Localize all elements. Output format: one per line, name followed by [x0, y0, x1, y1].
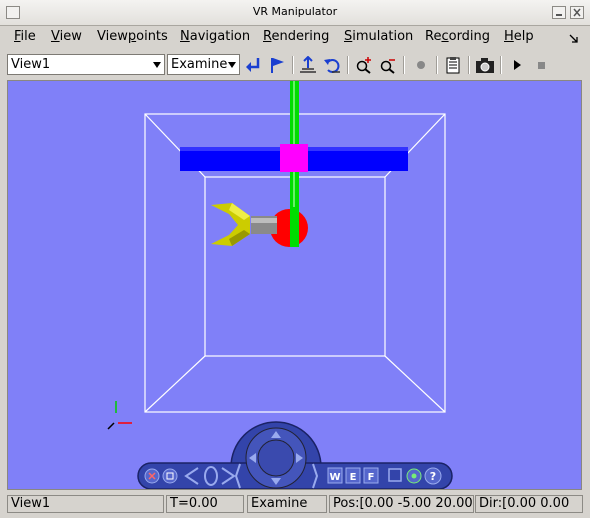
nav-mode-select[interactable]: Examine	[167, 54, 240, 75]
status-viewpoint: View1	[7, 495, 164, 513]
camera-icon	[476, 58, 494, 73]
camera-button[interactable]	[474, 54, 496, 76]
undo-move-icon	[324, 59, 340, 73]
window-menu-button[interactable]	[6, 6, 20, 19]
menu-simulation[interactable]: Simulation	[344, 29, 413, 44]
flag-button[interactable]	[266, 54, 288, 76]
window-title: VR Manipulator	[252, 5, 338, 18]
status-bar: View1 T=0.00 Examine Pos:[0.00 -5.00 20.…	[0, 494, 590, 516]
status-mode: Examine	[247, 495, 327, 513]
status-position: Pos:[0.00 -5.00 20.00]	[329, 495, 474, 513]
nav-w-label: W	[329, 472, 340, 483]
gripper	[211, 203, 250, 246]
wrist-highlight	[251, 218, 277, 223]
menu-recording[interactable]: Recording	[425, 29, 490, 44]
undo-move-button[interactable]	[321, 54, 343, 76]
chevron-down-icon	[153, 62, 161, 68]
play-button[interactable]	[506, 54, 528, 76]
viewpoint-select-value: View1	[11, 57, 51, 72]
minimize-button[interactable]	[552, 6, 566, 19]
go-back-button[interactable]	[243, 54, 265, 76]
nav-f-label: F	[368, 472, 375, 483]
toolbar-separator	[292, 56, 294, 74]
toolbar-separator	[500, 56, 502, 74]
toolbar-separator	[468, 56, 470, 74]
nav-wheel-center[interactable]	[257, 439, 295, 477]
toolbar-separator	[403, 56, 405, 74]
menu-navigation[interactable]: Navigation	[180, 29, 250, 44]
toolbar-separator	[436, 56, 438, 74]
navigation-panel[interactable]: W E F ?	[137, 421, 453, 490]
close-icon	[573, 8, 581, 17]
scene-canvas[interactable]: W E F ?	[8, 81, 582, 490]
status-time: T=0.00	[166, 495, 244, 513]
minimize-icon	[556, 14, 562, 16]
nav-headlight-center	[411, 473, 417, 479]
close-button[interactable]	[570, 6, 584, 19]
status-direction: Dir:[0.00 0.00	[475, 495, 583, 513]
stop-icon	[538, 62, 545, 69]
chevron-down-icon	[228, 62, 236, 68]
menu-viewpoints[interactable]: Viewpoints	[97, 29, 168, 44]
nav-mode-select-value: Examine	[171, 57, 228, 72]
toolbar: View1 Examine	[0, 51, 590, 78]
menu-help[interactable]: Help	[504, 29, 534, 44]
slider-block	[280, 144, 308, 172]
straighten-icon	[300, 56, 316, 73]
clipboard-button[interactable]	[442, 54, 464, 76]
zoom-in-button[interactable]	[353, 54, 375, 76]
clipboard-icon	[446, 57, 460, 74]
menu-bar: File View Viewpoints Navigation Renderin…	[0, 27, 590, 49]
toolbar-separator	[347, 56, 349, 74]
nav-e-label: E	[350, 472, 357, 483]
record-dot-icon	[417, 61, 425, 69]
pole-lower	[290, 207, 299, 247]
zoom-out-button[interactable]	[377, 54, 399, 76]
menubar-arrow-icon[interactable]	[568, 33, 580, 45]
go-back-icon	[246, 58, 260, 72]
menu-view[interactable]: View	[51, 29, 82, 44]
menu-file[interactable]: File	[14, 29, 36, 44]
nav-restore-icon[interactable]	[162, 468, 178, 484]
straighten-button[interactable]	[297, 54, 319, 76]
flag-icon	[271, 58, 284, 73]
title-bar: VR Manipulator	[0, 0, 590, 26]
zoom-in-icon	[356, 57, 371, 74]
record-button[interactable]	[410, 54, 432, 76]
vr-viewport[interactable]: W E F ?	[7, 80, 582, 490]
play-icon	[514, 60, 521, 70]
viewpoint-select[interactable]: View1	[7, 54, 165, 75]
menu-rendering[interactable]: Rendering	[263, 29, 329, 44]
zoom-out-icon	[380, 59, 395, 74]
axis-indicator	[107, 401, 132, 430]
nav-help-label: ?	[430, 470, 436, 483]
stop-button[interactable]	[530, 54, 552, 76]
